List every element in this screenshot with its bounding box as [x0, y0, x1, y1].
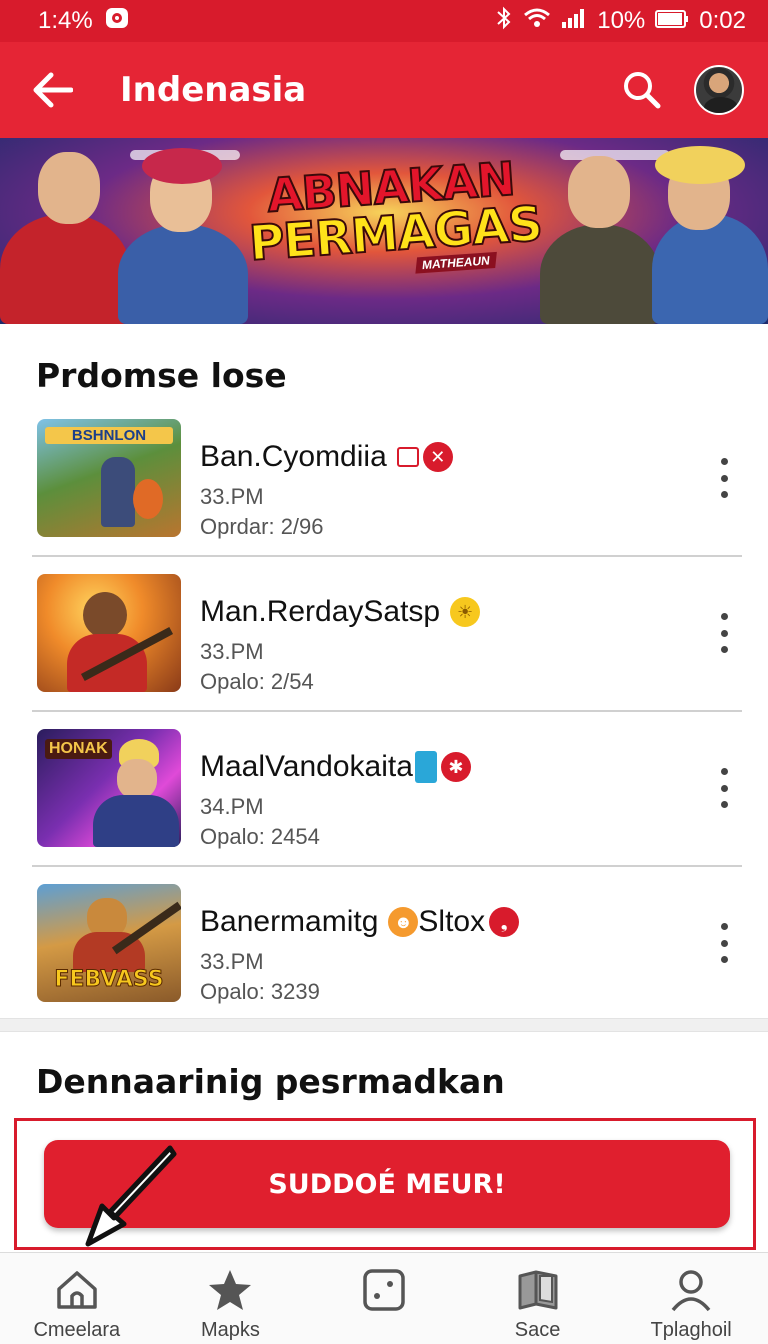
dice-icon — [361, 1267, 407, 1313]
status-left-text: 1:4% — [38, 7, 93, 34]
hero-head — [38, 152, 100, 224]
nav-item-library[interactable]: Sace — [461, 1253, 615, 1344]
item-time: 34.PM — [200, 794, 264, 819]
game-thumbnail: BSHNLON — [37, 419, 181, 537]
list-item[interactable]: Man.RerdaySatsp ☀ 33.PM Opalo: 2/54 — [0, 557, 768, 712]
nav-item-games[interactable] — [307, 1253, 461, 1344]
stadium-light — [560, 150, 670, 160]
card-icon — [396, 447, 419, 467]
item-meta: Opalo: 3239 — [200, 979, 320, 1004]
item-title-text: Ban.Cyomdiia — [200, 440, 387, 473]
nav-label: Sace — [514, 1319, 561, 1341]
more-options-button[interactable] — [714, 613, 734, 653]
nav-label: Tplaghoil — [650, 1319, 732, 1341]
back-arrow-icon — [33, 72, 73, 108]
list-item[interactable]: BSHNLON Ban.Cyomdiia ✕ 33.PM Oprdar: 2/9… — [0, 402, 768, 557]
more-options-button[interactable] — [714, 458, 734, 498]
more-options-button[interactable] — [714, 768, 734, 808]
hero-figure — [0, 214, 130, 324]
orange-face-icon: ☻ — [388, 907, 419, 937]
nav-item-home[interactable]: Cmeelara — [0, 1253, 154, 1344]
item-title-text: MaalVandokaita — [200, 750, 413, 783]
character-head — [83, 592, 127, 638]
item-title: Banermamitg ☻ Sltox ❟ — [200, 905, 520, 939]
nav-item-profile[interactable]: Tplaghoil — [614, 1253, 768, 1344]
red-comma-icon: ❟ — [489, 907, 520, 937]
list-item[interactable]: FEBVASS Banermamitg ☻ Sltox ❟ 33.PM Opal… — [0, 867, 768, 1022]
item-time: 33.PM — [200, 484, 264, 509]
avatar[interactable] — [694, 65, 744, 115]
character-figure — [101, 457, 135, 527]
hero-head — [568, 156, 630, 228]
bluetooth-icon — [495, 6, 513, 37]
item-meta: Opalo: 2/54 — [200, 669, 314, 694]
blue-square-icon — [414, 751, 437, 783]
search-button[interactable] — [612, 60, 672, 120]
bottom-navigation: Cmeelara Mapks Sace Tplaghoil — [0, 1252, 768, 1344]
thumbnail-title: BSHNLON — [45, 427, 173, 444]
nav-item-favorites[interactable]: Mapks — [154, 1253, 308, 1344]
banner-title: ABNAKAN PERMAGAS MATHEAUN — [244, 151, 545, 286]
sun-icon: ☀ — [450, 597, 481, 627]
character-figure — [93, 795, 179, 847]
profile-icon — [668, 1267, 714, 1313]
item-meta: Opalo: 2454 — [200, 824, 320, 849]
nav-label: Cmeelara — [33, 1319, 121, 1341]
item-title-text: Banermamitg — [200, 905, 379, 938]
thumbnail-title: HONAK — [45, 739, 112, 759]
star-icon — [207, 1267, 253, 1313]
hero-figure — [540, 224, 660, 324]
item-title-suffix: Sltox — [418, 905, 486, 938]
game-thumbnail: HONAK — [37, 729, 181, 847]
home-icon — [54, 1267, 100, 1313]
nav-label: Mapks — [200, 1319, 260, 1341]
item-time: 33.PM — [200, 949, 264, 974]
hero-hair — [142, 148, 222, 184]
hero-figure — [118, 224, 248, 324]
wifi-icon — [523, 7, 551, 36]
character-head — [117, 759, 157, 799]
battery-icon — [655, 7, 689, 35]
section-separator — [0, 1018, 768, 1032]
back-button[interactable] — [22, 60, 82, 120]
pointer-arrow-icon — [85, 1145, 177, 1247]
app-bar: Indenasia — [0, 42, 768, 138]
game-thumbnail: FEBVASS — [37, 884, 181, 1002]
book-icon — [515, 1267, 561, 1313]
search-icon — [624, 72, 661, 109]
signal-icon — [561, 7, 587, 36]
page-title: Indenasia — [120, 70, 307, 110]
game-list: BSHNLON Ban.Cyomdiia ✕ 33.PM Oprdar: 2/9… — [0, 402, 768, 1022]
thumbnail-title: FEBVASS — [54, 967, 164, 993]
banner-subtitle: MATHEAUN — [415, 251, 497, 274]
notification-icon — [105, 6, 129, 37]
red-devil-icon: ✱ — [440, 752, 471, 782]
promo-banner[interactable]: ABNAKAN PERMAGAS MATHEAUN — [0, 138, 768, 324]
hero-hair — [655, 146, 745, 184]
list-item[interactable]: HONAK MaalVandokaita ✱ 34.PM Opalo: 2454 — [0, 712, 768, 867]
item-title: Ban.Cyomdiia ✕ — [200, 440, 453, 474]
item-meta: Oprdar: 2/96 — [200, 514, 324, 539]
game-thumbnail — [37, 574, 181, 692]
clock: 0:02 — [699, 7, 746, 34]
item-time: 33.PM — [200, 639, 264, 664]
item-title: Man.RerdaySatsp ☀ — [200, 595, 481, 629]
battery-percent: 10% — [597, 7, 646, 34]
status-bar: 1:4% 10% 0:02 — [0, 0, 768, 42]
item-title: MaalVandokaita ✱ — [200, 750, 471, 784]
x-mark-icon: ✕ — [422, 442, 453, 472]
explosion-effect — [133, 479, 163, 519]
hero-figure — [652, 214, 768, 324]
item-title-text: Man.RerdaySatsp — [200, 595, 441, 628]
more-options-button[interactable] — [714, 923, 734, 963]
section-title: Prdomse lose — [36, 356, 287, 395]
section-title-2: Dennaarinig pesrmadkan — [36, 1062, 505, 1101]
